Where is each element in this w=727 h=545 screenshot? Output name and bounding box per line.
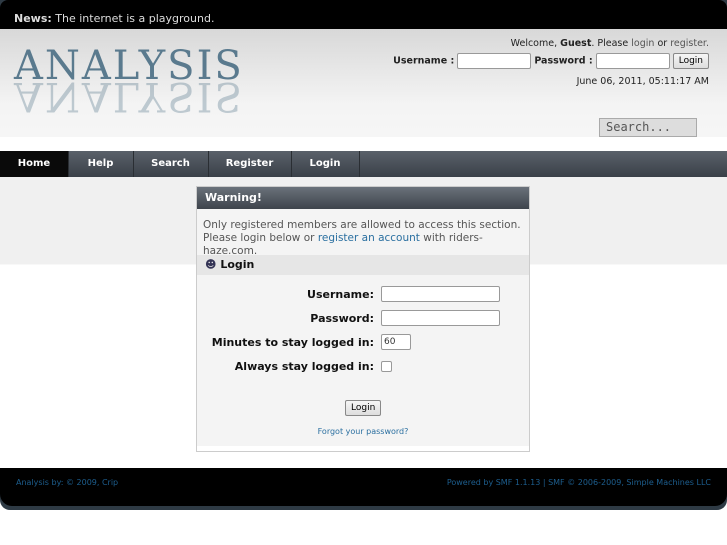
- tab-help[interactable]: Help: [68, 151, 134, 177]
- footer-credit[interactable]: Analysis by: © 2009, Crip: [16, 478, 118, 487]
- quick-login-button[interactable]: Login: [672, 53, 709, 69]
- quick-password-input[interactable]: [595, 53, 670, 69]
- register-account-link[interactable]: register an account: [318, 232, 420, 244]
- header: ANALYSIS ANALYSIS Welcome, Guest. Please…: [0, 29, 727, 137]
- always-checkbox[interactable]: [381, 361, 392, 372]
- username-input[interactable]: [381, 286, 500, 302]
- tab-search[interactable]: Search: [133, 151, 209, 177]
- date-time: June 06, 2011, 05:11:17 AM: [576, 76, 709, 87]
- logo-reflection: ANALYSIS: [14, 73, 244, 119]
- welcome-line: Welcome, Guest. Please login or register…: [511, 38, 709, 49]
- user-icon: ☻: [205, 258, 217, 271]
- quick-login: Username : Password : Login: [393, 53, 709, 69]
- tab-login[interactable]: Login: [291, 151, 360, 177]
- always-label: Always stay logged in:: [234, 360, 374, 373]
- or-text: or: [657, 38, 668, 49]
- warning-message: Only registered members are allowed to a…: [197, 209, 529, 257]
- warning-line1: Only registered members are allowed to a…: [203, 219, 521, 231]
- news-label: News:: [14, 12, 52, 25]
- news-text: The internet is a playground.: [55, 12, 215, 25]
- warning-title: Warning!: [197, 187, 529, 209]
- warning-line2: Please login below or: [203, 232, 315, 244]
- footer-powered[interactable]: Powered by SMF 1.1.13 | SMF © 2006-2009,…: [447, 478, 711, 487]
- main-content: Warning! Only registered members are all…: [0, 177, 727, 468]
- username-label: Username :: [393, 55, 455, 67]
- tab-home[interactable]: Home: [0, 151, 69, 177]
- forgot-password-link[interactable]: Forgot your password?: [197, 427, 529, 436]
- login-panel: Warning! Only registered members are all…: [196, 186, 530, 452]
- welcome-text: Welcome,: [510, 38, 558, 49]
- footer: Analysis by: © 2009, Crip Powered by SMF…: [0, 468, 727, 506]
- spacer: [0, 137, 727, 151]
- main-nav: Home Help Search Register Login: [0, 151, 727, 177]
- password-input[interactable]: [381, 310, 500, 326]
- login-button[interactable]: Login: [345, 400, 382, 416]
- quick-username-input[interactable]: [457, 53, 532, 69]
- register-link[interactable]: register.: [670, 38, 709, 49]
- guest-name: Guest: [560, 38, 592, 49]
- login-form: Username: Password: Minutes to stay logg…: [197, 275, 529, 446]
- login-title: Login: [220, 258, 255, 271]
- password-label: Password :: [534, 55, 593, 67]
- username-label: Username:: [307, 288, 374, 301]
- search-input[interactable]: Search...: [599, 118, 697, 137]
- minutes-input[interactable]: 60: [381, 334, 411, 350]
- tab-register[interactable]: Register: [208, 151, 292, 177]
- password-label: Password:: [310, 312, 374, 325]
- login-header: ☻ Login: [197, 255, 529, 275]
- minutes-label: Minutes to stay logged in:: [211, 336, 374, 349]
- login-link[interactable]: login: [631, 38, 654, 49]
- news-bar: News: The internet is a playground.: [0, 0, 727, 29]
- please-text: . Please: [591, 38, 629, 49]
